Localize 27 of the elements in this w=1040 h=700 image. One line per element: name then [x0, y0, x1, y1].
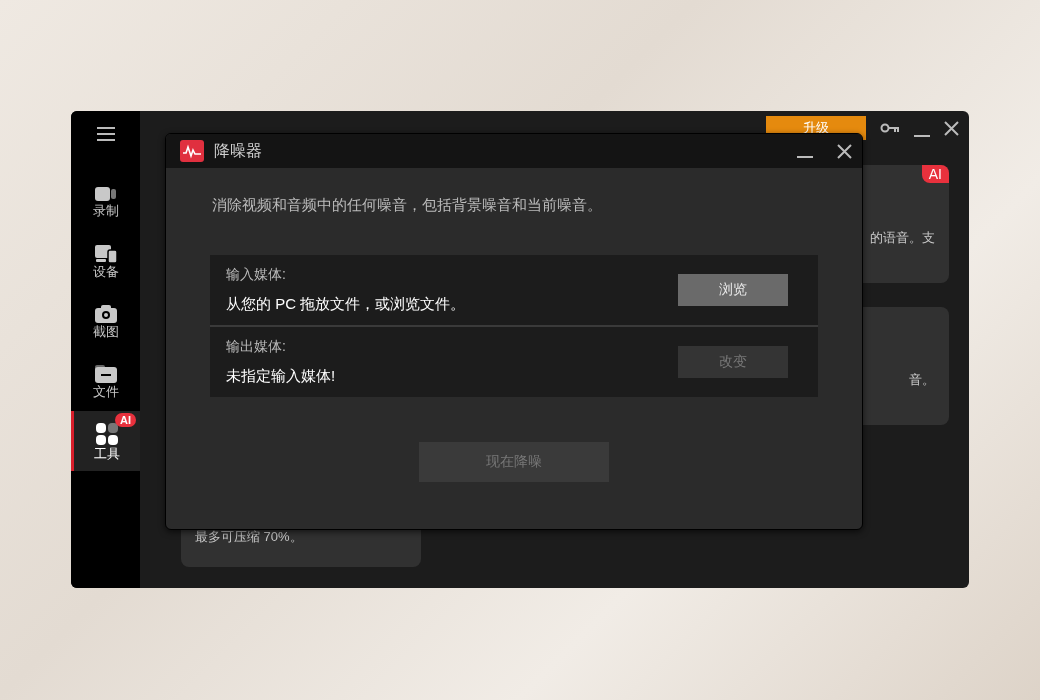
card-description: 最多可压缩 70%。 [195, 528, 303, 546]
close-icon[interactable] [944, 121, 959, 136]
menu-icon[interactable] [96, 127, 115, 141]
ai-badge: AI [921, 165, 949, 183]
folder-icon [94, 364, 117, 383]
sidebar-item[interactable]: 文件 [71, 351, 140, 411]
sidebar-item[interactable]: 设备 [71, 231, 140, 291]
ai-badge: AI [115, 413, 136, 427]
card-description: 的语音。支 [870, 228, 935, 247]
sidebar-item[interactable]: 截图 [71, 291, 140, 351]
row-value: 未指定输入媒体! [226, 365, 337, 386]
sidebar-item[interactable]: 录制 [71, 171, 140, 231]
row-button[interactable]: 浏览 [678, 273, 788, 306]
sound-wave-icon [180, 140, 204, 162]
video-camera-icon [94, 185, 117, 202]
row-label: 输出媒体: [226, 336, 287, 356]
row-value: 从您的 PC 拖放文件，或浏览文件。 [226, 293, 467, 314]
devices-icon [94, 244, 117, 263]
camera-icon [94, 304, 117, 323]
dialog-title: 降噪器 [214, 141, 262, 161]
key-icon[interactable] [880, 123, 900, 133]
dialog-description: 消除视频和音频中的任何噪音，包括背景噪音和当前噪音。 [211, 195, 603, 215]
sidebar-item[interactable]: 工具 AI [71, 411, 140, 471]
card-description: 音。 [909, 370, 935, 389]
row-label: 输入媒体: [226, 264, 287, 284]
grid-icon [96, 422, 118, 445]
close-icon[interactable] [837, 143, 852, 159]
